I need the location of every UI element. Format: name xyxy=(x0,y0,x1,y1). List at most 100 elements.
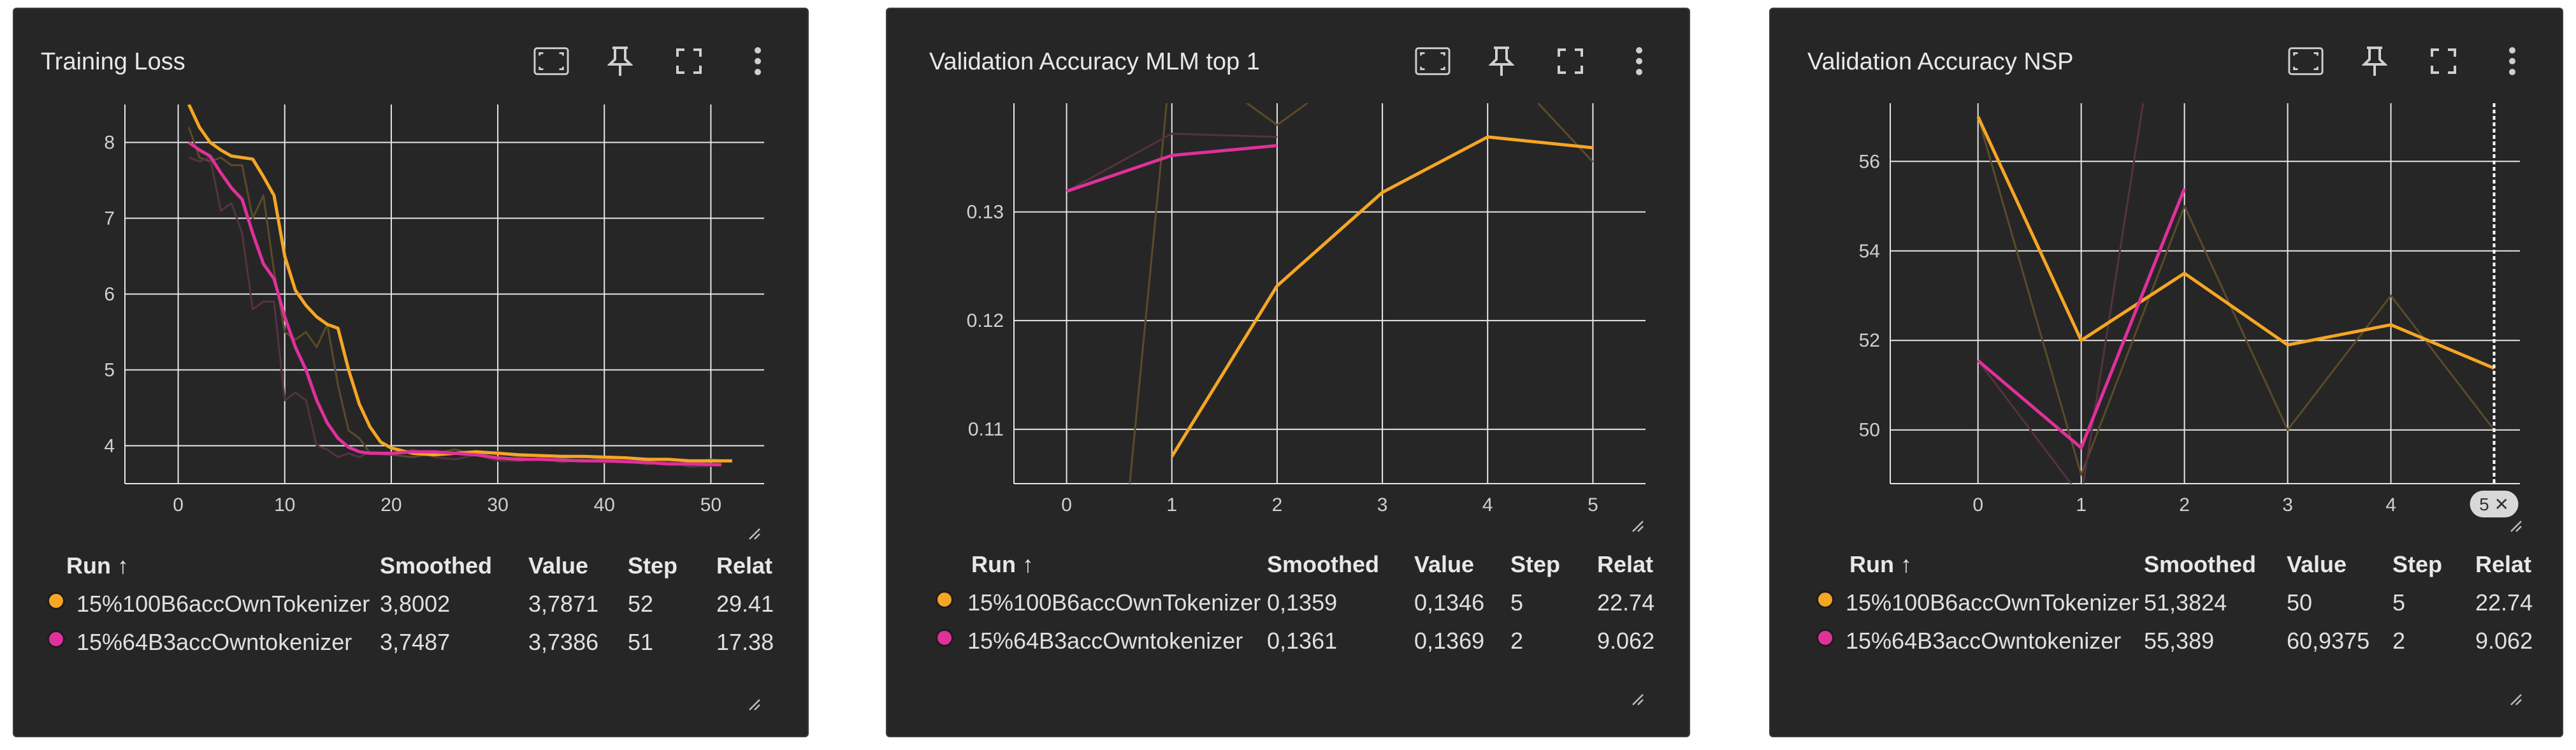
series-color-dot[interactable] xyxy=(47,630,65,648)
step-value: 51 xyxy=(628,629,654,655)
series-group xyxy=(187,105,732,468)
relative-value: 9.062 xyxy=(1597,628,1655,654)
line-chart-validation-accuracy-mlm[interactable]: 0 1 2 3 4 5 0.11 0.12 0.13 xyxy=(887,9,1691,544)
col-value-header: Value xyxy=(1414,551,1475,577)
resize-handle-icon[interactable] xyxy=(1630,692,1644,706)
x-tick-label: 3 xyxy=(2282,494,2293,516)
series-line xyxy=(187,141,722,466)
y-tick-label: 4 xyxy=(104,436,115,457)
series-color-dot[interactable] xyxy=(47,592,65,610)
x-tick-label: 40 xyxy=(594,494,615,516)
relative-value: 17.38 xyxy=(716,629,774,655)
x-tick-label: 1 xyxy=(1166,494,1177,516)
x-tick-label: 4 xyxy=(2385,494,2396,516)
raw-value: 3,7871 xyxy=(528,591,599,617)
y-tick-label: 54 xyxy=(1859,241,1880,262)
hover-badge-label: 5 ✕ xyxy=(2479,494,2509,514)
raw-value: 3,7386 xyxy=(528,629,599,655)
y-tick-label: 56 xyxy=(1859,151,1880,172)
x-tick-label: 3 xyxy=(1377,494,1388,516)
card-validation-accuracy-nsp: Validation Accuracy NSP 0 1 2 3 4 50 52 54 56 5 ✕… xyxy=(1769,8,2563,737)
col-smoothed-header: Smoothed xyxy=(2144,551,2256,577)
y-tick-label: 52 xyxy=(1859,330,1880,351)
series-color-dot[interactable] xyxy=(1816,591,1834,609)
smoothed-value: 55,389 xyxy=(2144,628,2215,654)
x-tick-label: 20 xyxy=(380,494,402,516)
resize-handle-icon[interactable] xyxy=(747,526,761,540)
run-name: 15%100B6accOwnTokenizer xyxy=(76,591,370,617)
series-group xyxy=(1976,103,2495,484)
run-table: Run ↑ Smoothed Value Step Relat 15%100B6… xyxy=(887,541,1689,654)
x-tick-label: 10 xyxy=(274,494,295,516)
col-relative-header: Relat xyxy=(2475,551,2532,577)
raw-series-line xyxy=(187,127,732,464)
run-table: Run ↑ Smoothed Value Step Relat 15%100B6… xyxy=(1770,541,2562,654)
y-tick-label: 0.12 xyxy=(967,310,1004,331)
col-smoothed-header: Smoothed xyxy=(1267,551,1379,577)
raw-series-line xyxy=(1129,103,1594,484)
col-run-header[interactable]: Run ↑ xyxy=(971,551,1034,578)
series-group xyxy=(1066,103,1594,484)
col-relative-header: Relat xyxy=(1597,551,1654,577)
raw-value: 60,9375 xyxy=(2287,628,2370,654)
line-chart-validation-accuracy-nsp[interactable]: 0 1 2 3 4 50 52 54 56 5 ✕ xyxy=(1770,9,2565,544)
resize-handle-icon[interactable] xyxy=(2508,519,2522,533)
col-smoothed-header: Smoothed xyxy=(380,552,492,579)
step-value: 5 xyxy=(1510,589,1524,616)
relative-value: 22.74 xyxy=(2475,589,2533,616)
col-run-header[interactable]: Run ↑ xyxy=(66,552,129,579)
resize-handle-icon[interactable] xyxy=(747,697,761,711)
series-line xyxy=(187,105,732,463)
series-color-dot[interactable] xyxy=(936,591,953,609)
y-tick-label: 7 xyxy=(104,208,115,229)
run-name: 15%64B3accOwntokenizer xyxy=(76,629,352,655)
run-table: Run ↑ Smoothed Value Step Relat 15%100B6… xyxy=(14,541,807,655)
line-chart-training-loss[interactable]: 0 10 20 30 40 50 4 5 6 7 8 xyxy=(14,9,810,544)
x-tick-label: 2 xyxy=(1272,494,1283,516)
resize-handle-icon[interactable] xyxy=(1630,519,1644,533)
x-tick-label: 5 xyxy=(1588,494,1598,516)
smoothed-value: 3,7487 xyxy=(380,629,451,655)
raw-value: 0,1369 xyxy=(1414,628,1485,654)
run-name: 15%100B6accOwnTokenizer xyxy=(1846,589,2139,616)
x-tick-label: 0 xyxy=(173,494,184,516)
card-training-loss: Training Loss 0 10 20 30 40 50 4 5 6 7 8 Run ↑ Smo… xyxy=(13,8,809,737)
x-tick-label: 0 xyxy=(1061,494,1072,516)
y-tick-label: 5 xyxy=(104,360,115,381)
smoothed-value: 51,3824 xyxy=(2144,589,2227,616)
x-tick-label: 30 xyxy=(487,494,508,516)
col-run-header[interactable]: Run ↑ xyxy=(1849,551,1912,578)
resize-handle-icon[interactable] xyxy=(2508,692,2522,706)
y-tick-label: 8 xyxy=(104,133,115,154)
col-value-header: Value xyxy=(528,552,589,579)
relative-value: 9.062 xyxy=(2475,628,2533,654)
y-tick-label: 6 xyxy=(104,284,115,305)
col-step-header: Step xyxy=(628,552,678,579)
smoothed-value: 0,1359 xyxy=(1267,589,1338,616)
step-value: 2 xyxy=(1510,628,1524,654)
x-tick-label: 0 xyxy=(1972,494,1983,516)
step-value: 2 xyxy=(2392,628,2406,654)
raw-value: 0,1346 xyxy=(1414,589,1485,616)
raw-series-line xyxy=(1977,116,2495,476)
x-tick-label: 50 xyxy=(700,494,721,516)
x-tick-label: 4 xyxy=(1482,494,1493,516)
x-tick-label: 2 xyxy=(2179,494,2190,516)
relative-value: 29.41 xyxy=(716,591,774,617)
raw-series-line xyxy=(188,156,722,468)
raw-value: 50 xyxy=(2287,589,2313,616)
smoothed-value: 3,8002 xyxy=(380,591,451,617)
col-step-header: Step xyxy=(1510,551,1561,577)
series-color-dot[interactable] xyxy=(1816,629,1834,647)
col-value-header: Value xyxy=(2287,551,2347,577)
y-tick-label: 0.11 xyxy=(968,419,1004,440)
smoothed-value: 0,1361 xyxy=(1267,628,1338,654)
col-step-header: Step xyxy=(2392,551,2443,577)
run-name: 15%64B3accOwntokenizer xyxy=(1846,628,2122,654)
series-color-dot[interactable] xyxy=(936,629,953,647)
col-relative-header: Relat xyxy=(716,552,773,579)
x-tick-label: 1 xyxy=(2076,494,2087,516)
card-validation-accuracy-mlm: Validation Accuracy MLM top 1 0 1 2 3 4 5 0.11… xyxy=(886,8,1690,737)
run-name: 15%64B3accOwntokenizer xyxy=(967,628,1243,654)
y-tick-label: 50 xyxy=(1859,420,1880,441)
